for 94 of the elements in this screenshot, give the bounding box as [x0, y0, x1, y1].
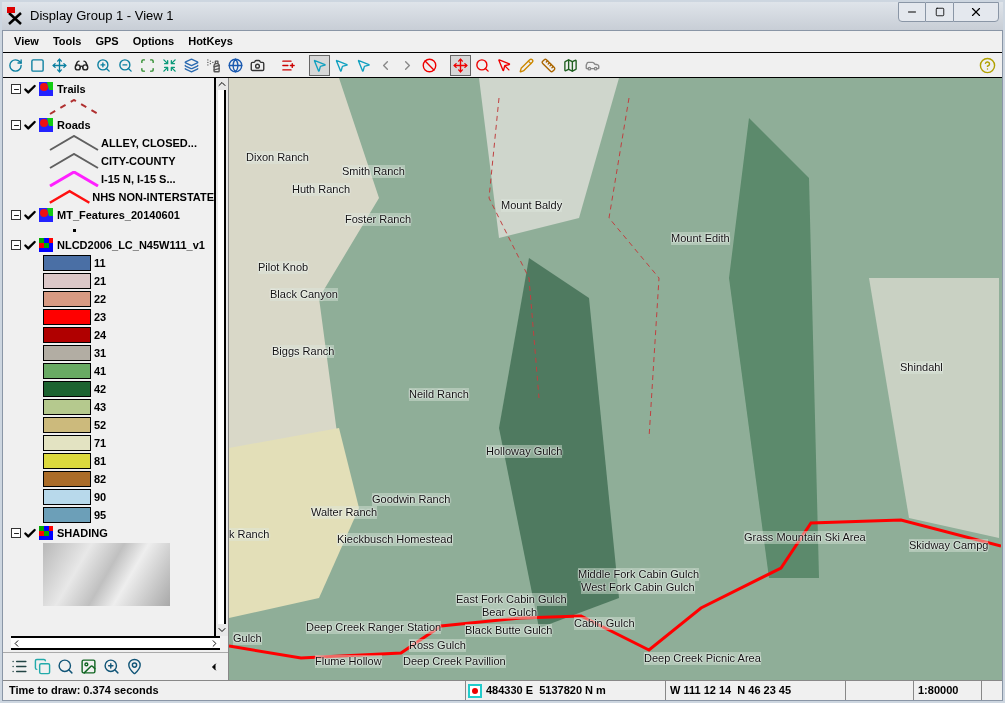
close-button[interactable] [953, 2, 999, 22]
place-label: Mount Edith [671, 232, 730, 245]
place-label: k Ranch [229, 528, 270, 541]
legend-label: I-15 N, I-15 S... [101, 171, 176, 187]
raster-layer-icon [39, 526, 53, 540]
place-label: Walter Ranch [311, 506, 378, 519]
select-pointer-icon[interactable] [309, 54, 330, 76]
legend-label: 24 [94, 327, 107, 343]
layer-checkbox[interactable] [23, 82, 37, 96]
app-logo-icon [6, 7, 24, 25]
legend-label: 41 [94, 363, 107, 379]
place-label: Pilot Knob [258, 261, 309, 274]
map-scale: 1:80000 [913, 681, 981, 700]
layer-checkbox[interactable] [23, 208, 37, 222]
place-label: Huth Ranch [292, 183, 351, 196]
menu-item[interactable]: Options [127, 33, 180, 50]
place-label: Cabin Gulch [574, 617, 635, 630]
zoom-layer-icon[interactable] [103, 658, 120, 675]
raster-layer-icon [39, 238, 53, 252]
place-label: Middle Fork Cabin Gulch [578, 568, 700, 581]
legend-label: 31 [94, 345, 107, 361]
legend-label: 71 [94, 435, 107, 451]
vector-layer-icon [39, 208, 53, 222]
layer-name: SHADING [57, 525, 108, 541]
vector-layer-icon [39, 118, 53, 132]
expand-toggle[interactable] [11, 528, 21, 538]
expand-toggle[interactable] [11, 84, 21, 94]
layer-name: Trails [57, 81, 86, 97]
layer-name: MT_Features_20140601 [57, 207, 180, 223]
expand-toggle[interactable] [11, 210, 21, 220]
menu-item[interactable]: View [9, 33, 44, 50]
vertical-scrollbar[interactable] [214, 78, 228, 636]
maximize-icon [934, 7, 945, 17]
vector-layer-icon [39, 82, 53, 96]
status-message: Time to draw: 0.374 seconds [8, 683, 160, 699]
legend-label: 82 [94, 471, 107, 487]
place-label: Deep Creek Picnic Area [644, 652, 761, 665]
legend-label: 95 [94, 507, 107, 523]
legend-label: 23 [94, 309, 107, 325]
place-label: Dixon Ranch [246, 151, 309, 164]
legend-label: CITY-COUNTY [101, 153, 176, 169]
legend-label: ALLEY, CLOSED... [101, 135, 197, 151]
layer-checkbox[interactable] [23, 526, 37, 540]
close-icon [969, 5, 983, 19]
legend-label: NHS NON-INTERSTATE [92, 189, 214, 205]
menu-item[interactable]: HotKeys [183, 33, 238, 50]
place-label: Black Canyon [270, 288, 338, 301]
geographic-coordinates: W 111 12 14 N 46 23 45 [665, 681, 845, 700]
place-label: Black Butte Gulch [465, 624, 553, 637]
place-label: East Fork Cabin Gulch [456, 593, 567, 606]
place-label: Holloway Gulch [486, 445, 563, 458]
layer-image-icon[interactable] [80, 658, 97, 675]
place-label: Shindahl [900, 361, 943, 374]
locate-icon[interactable] [126, 658, 143, 675]
place-label: Skidway Campg [909, 539, 989, 552]
projected-coordinates: 484330 E 5137820 N m [486, 683, 606, 699]
place-label: Kieckbusch Homestead [337, 533, 453, 546]
legend-label: 21 [94, 273, 107, 289]
legend-view-icon[interactable] [11, 658, 28, 675]
maximize-button[interactable] [926, 2, 953, 22]
legend-label: 81 [94, 453, 107, 469]
window-title: Display Group 1 - View 1 [30, 7, 174, 26]
place-label: Biggs Ranch [272, 345, 335, 358]
legend-label: 43 [94, 399, 107, 415]
place-label: Foster Ranch [345, 213, 412, 226]
legend-label: 90 [94, 489, 107, 505]
legend-label: 42 [94, 381, 107, 397]
layer-name: NLCD2006_LC_N45W111_v1 [57, 237, 205, 253]
place-label: Mount Baldy [501, 199, 563, 212]
place-label: Ross Gulch [409, 639, 466, 652]
layer-checkbox[interactable] [23, 238, 37, 252]
place-label: Smith Ranch [342, 165, 405, 178]
search-icon[interactable] [57, 658, 74, 675]
menu-item[interactable]: Tools [47, 33, 87, 50]
layer-checkbox[interactable] [23, 118, 37, 132]
place-label: Flume Hollow [315, 655, 382, 668]
legend-label: 11 [94, 255, 106, 271]
place-label: Neild Ranch [409, 388, 469, 401]
expand-toggle[interactable] [11, 120, 21, 130]
legend-label: 52 [94, 417, 107, 433]
place-label: Bear Gulch [482, 606, 538, 619]
place-label: West Fork Cabin Gulch [581, 581, 695, 594]
horizontal-scrollbar[interactable] [11, 636, 220, 650]
menu-item[interactable]: GPS [90, 33, 124, 50]
legend-label: 22 [94, 291, 107, 307]
pan-icon[interactable] [450, 54, 471, 76]
place-label: Gulch [233, 632, 262, 645]
layer-name: Roads [57, 117, 91, 133]
place-label: Goodwin Ranch [372, 493, 451, 506]
minimize-button[interactable] [898, 2, 926, 22]
place-label: Deep Creek Pavillion [403, 655, 506, 668]
place-label: Deep Creek Ranger Station [306, 621, 442, 634]
crosshair-icon [468, 683, 482, 698]
expand-toggle[interactable] [11, 240, 21, 250]
